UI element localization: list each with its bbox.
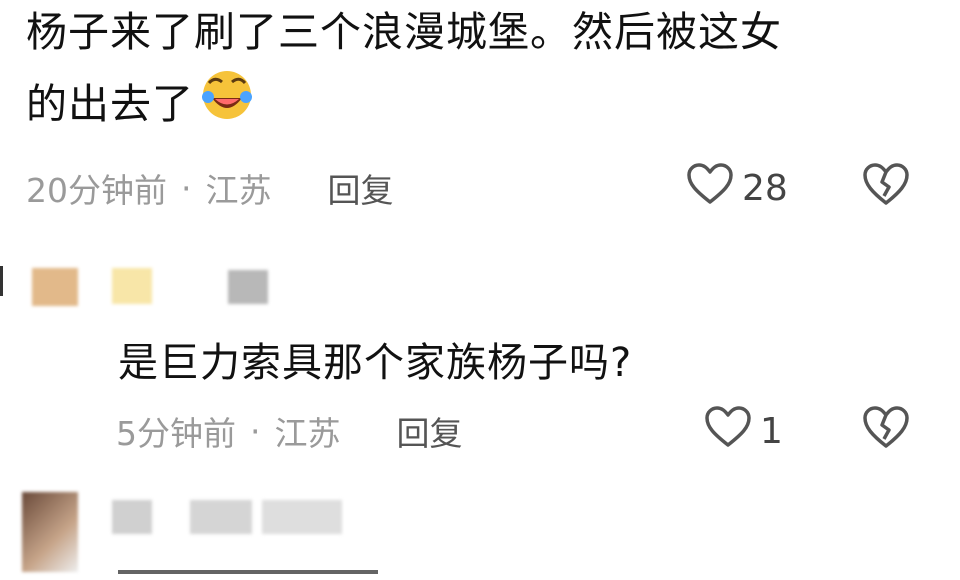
comment-3-username-blurred-2 [190, 500, 252, 534]
comment-2-like-button[interactable]: 1 [704, 406, 783, 457]
comment-1-text-line-1: 杨子来了刷了三个浪漫城堡。然后被这女 [26, 8, 782, 56]
comment-2-dislike-button[interactable] [862, 405, 910, 453]
comment-1-dislike-button[interactable] [862, 162, 910, 210]
heart-icon [686, 163, 742, 214]
separator-dot: · [181, 168, 192, 208]
broken-heart-icon [862, 163, 910, 210]
reply-indent-bar [0, 266, 3, 296]
comment-1-time: 20分钟前 [26, 171, 167, 210]
broken-heart-icon [862, 406, 910, 453]
comment-2-location: 江苏 [274, 414, 341, 453]
comment-1-reply-button[interactable]: 回复 [328, 164, 394, 212]
comment-2-like-count: 1 [760, 411, 783, 452]
comment-1-text-line-2-wrap: 的出去了 [26, 68, 254, 140]
separator-dot: · [250, 411, 261, 451]
laughing-crying-face-icon [200, 68, 254, 140]
comment-2-reply-button[interactable]: 回复 [397, 407, 463, 455]
comment-3-username-blurred-3 [262, 500, 342, 534]
comment-2-meta: 5分钟前 · 江苏 回复 [116, 407, 463, 455]
comment-2-time: 5分钟前 [116, 414, 236, 453]
heart-icon [704, 406, 760, 457]
comment-1-like-button[interactable]: 28 [686, 163, 788, 214]
comment-1-like-count: 28 [742, 168, 788, 209]
reply-username-blurred [112, 268, 152, 304]
comment-2-text: 是巨力索具那个家族杨子吗? [118, 340, 633, 386]
comment-1-text-line-2: 的出去了 [26, 80, 194, 128]
reply-avatar[interactable] [32, 268, 78, 306]
comment-3-username-blurred-1 [112, 500, 152, 534]
comment-1-meta: 20分钟前 · 江苏 回复 [26, 164, 394, 212]
comment-3-avatar[interactable] [22, 492, 78, 572]
comment-3-text-clipped [118, 568, 378, 580]
comment-1-location: 江苏 [205, 171, 272, 210]
reply-username-blurred-2 [228, 270, 268, 304]
